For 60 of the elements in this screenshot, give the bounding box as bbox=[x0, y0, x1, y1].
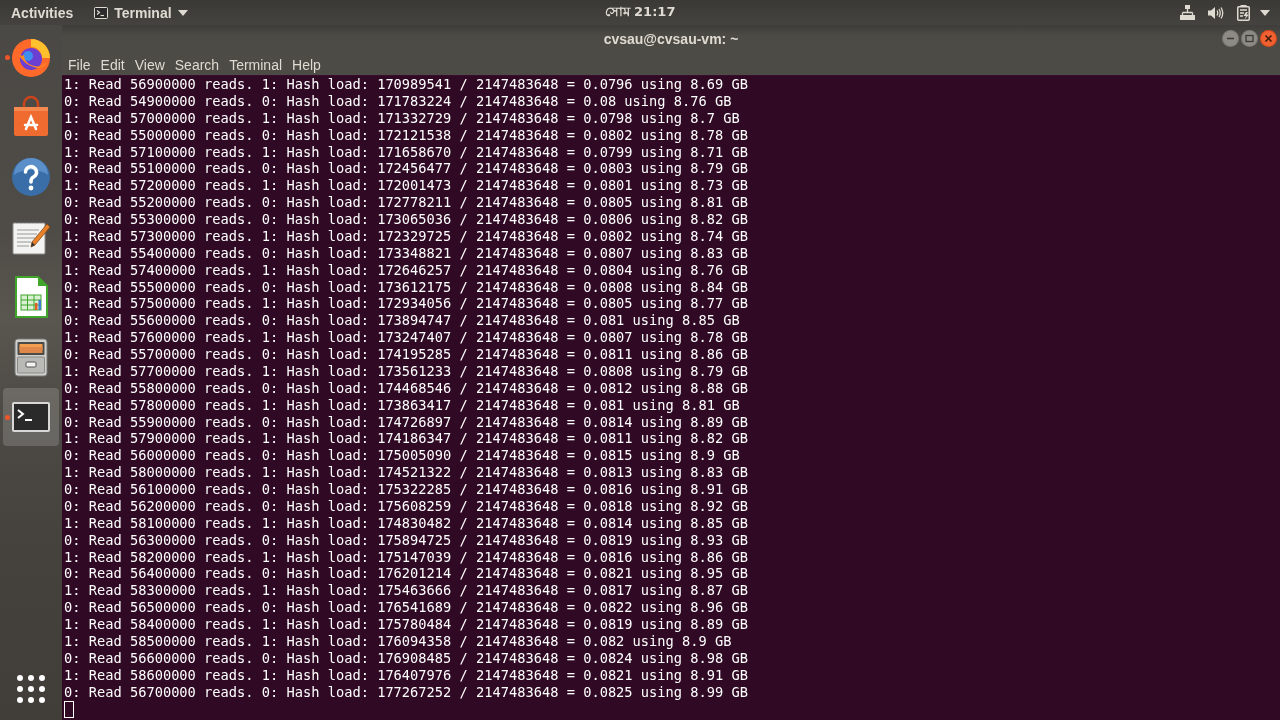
terminal-line: 0: Read 55300000 reads. 0: Hash load: 173065036 / 2147483648 = 0.0806 using 8.82 GB bbox=[64, 211, 748, 228]
terminal-line: 0: Read 55200000 reads. 0: Hash load: 172778211 / 2147483648 = 0.0805 using 8.81 GB bbox=[64, 194, 748, 211]
minimize-button[interactable] bbox=[1222, 30, 1239, 47]
terminal-line: 0: Read 54900000 reads. 0: Hash load: 171783224 / 2147483648 = 0.08 using 8.76 GB bbox=[64, 92, 732, 110]
terminal-line: 0: Read 55900000 reads. 0: Hash load: 174726897 / 2147483648 = 0.0814 using 8.89 GB bbox=[64, 413, 748, 431]
terminal-line: 0: Read 56700000 reads. 0: Hash load: 177267252 / 2147483648 = 0.0825 using 8.99 GB bbox=[64, 683, 748, 701]
caret-icon bbox=[177, 9, 188, 16]
maximize-button[interactable] bbox=[1241, 30, 1258, 47]
terminal-line: 0: Read 56400000 reads. 0: Hash load: 176201214 / 2147483648 = 0.0821 using 8.95 GB bbox=[64, 565, 748, 583]
terminal-line: 1: Read 56900000 reads. 1: Hash load: 170989541 / 2147483648 = 0.0796 using 8.69 GB bbox=[64, 76, 748, 93]
terminal-line: 0: Read 55500000 reads. 0: Hash load: 173612175 / 2147483648 = 0.0808 using 8.84 GB bbox=[64, 278, 748, 296]
terminal-line: 1: Read 57400000 reads. 1: Hash load: 172646257 / 2147483648 = 0.0804 using 8.76 GB bbox=[64, 261, 748, 279]
terminal-line: 0: Read 56000000 reads. 0: Hash load: 175005090 / 2147483648 = 0.0815 using 8.9 GB bbox=[64, 447, 740, 465]
help-icon bbox=[9, 155, 53, 199]
terminal-line: 0: Read 56300000 reads. 0: Hash load: 175894725 / 2147483648 = 0.0819 using 8.93 GB bbox=[64, 531, 748, 549]
terminal-line: 0: Read 55100000 reads. 0: Hash load: 172456477 / 2147483648 = 0.0803 using 8.79 GB bbox=[64, 160, 748, 178]
terminal-line: 0: Read 56100000 reads. 0: Hash load: 175322285 / 2147483648 = 0.0816 using 8.91 GB bbox=[64, 481, 748, 498]
menu-item[interactable]: Search bbox=[169, 52, 225, 75]
terminal-line: 1: Read 57800000 reads. 1: Hash load: 173863417 / 2147483648 = 0.081 using 8.81 GB bbox=[64, 396, 740, 414]
terminal-line: 1: Read 57000000 reads. 1: Hash load: 171332729 / 2147483648 = 0.0798 using 8.7 GB bbox=[64, 109, 740, 127]
terminal-line: 1: Read 57700000 reads. 1: Hash load: 173561233 / 2147483648 = 0.0808 using 8.79 GB bbox=[64, 362, 748, 380]
network-icon bbox=[1180, 5, 1195, 20]
terminal-line: 1: Read 58200000 reads. 1: Hash load: 175147039 / 2147483648 = 0.0816 using 8.86 GB bbox=[64, 548, 748, 566]
text-cursor bbox=[64, 701, 74, 719]
terminal-icon bbox=[94, 6, 109, 19]
terminal-line: 0: Read 55000000 reads. 0: Hash load: 172121538 / 2147483648 = 0.0802 using 8.78 GB bbox=[64, 126, 748, 144]
terminal-line: 1: Read 57300000 reads. 1: Hash load: 172329725 / 2147483648 = 0.0802 using 8.74 GB bbox=[64, 227, 748, 245]
terminal-line: 1: Read 57600000 reads. 1: Hash load: 173247407 / 2147483648 = 0.0807 using 8.78 GB bbox=[64, 329, 748, 346]
volume-icon bbox=[1208, 5, 1224, 20]
menu-item[interactable]: Terminal bbox=[224, 52, 288, 75]
caret-icon bbox=[1260, 9, 1270, 16]
clock[interactable]: সোম 21:17 bbox=[598, 0, 682, 25]
terminal-line: 0: Read 55700000 reads. 0: Hash load: 174195285 / 2147483648 = 0.0811 using 8.86 GB bbox=[64, 346, 748, 363]
menu-item[interactable]: File bbox=[63, 52, 96, 75]
terminal-line: 1: Read 58300000 reads. 1: Hash load: 175463666 / 2147483648 = 0.0817 using 8.87 GB bbox=[64, 582, 748, 600]
app-menu-button[interactable]: Terminal bbox=[90, 0, 192, 25]
terminal-line: 0: Read 56500000 reads. 0: Hash load: 176541689 / 2147483648 = 0.0822 using 8.96 GB bbox=[64, 599, 748, 616]
terminal-line: 0: Read 56600000 reads. 0: Hash load: 176908485 / 2147483648 = 0.0824 using 8.98 GB bbox=[64, 649, 748, 667]
terminal-line: 0: Read 56200000 reads. 0: Hash load: 175608259 / 2147483648 = 0.0818 using 8.92 GB bbox=[64, 497, 748, 515]
close-button[interactable] bbox=[1260, 30, 1277, 47]
menu-item[interactable]: View bbox=[129, 52, 170, 75]
dock-item[interactable] bbox=[3, 388, 59, 446]
app-grid-icon bbox=[17, 675, 45, 703]
battery-icon bbox=[1237, 4, 1250, 21]
terminal-line: 1: Read 57900000 reads. 1: Hash load: 174186347 / 2147483648 = 0.0811 using 8.82 GB bbox=[64, 430, 748, 448]
terminal-line: 1: Read 58600000 reads. 1: Hash load: 176407976 / 2147483648 = 0.0821 using 8.91 GB bbox=[64, 666, 748, 684]
terminal-line: 1: Read 57200000 reads. 1: Hash load: 172001473 / 2147483648 = 0.0801 using 8.73 GB bbox=[64, 177, 748, 195]
terminal-line: 0: Read 55400000 reads. 0: Hash load: 173348821 / 2147483648 = 0.0807 using 8.83 GB bbox=[64, 244, 748, 262]
menu-item[interactable]: Help bbox=[287, 52, 326, 75]
terminal-line: 0: Read 55800000 reads. 0: Hash load: 174468546 / 2147483648 = 0.0812 using 8.88 GB bbox=[64, 379, 748, 397]
terminal-line: 1: Read 58500000 reads. 1: Hash load: 176094358 / 2147483648 = 0.082 using 8.9 GB bbox=[64, 632, 732, 650]
window-title: cvsau@cvsau-vm: ~ bbox=[603, 30, 739, 47]
terminal-line: 0: Read 55600000 reads. 0: Hash load: 173894747 / 2147483648 = 0.081 using 8.85 GB bbox=[64, 312, 740, 330]
menu-item[interactable]: Edit bbox=[95, 52, 130, 75]
terminal-line: 1: Read 58400000 reads. 1: Hash load: 175780484 / 2147483648 = 0.0819 using 8.89 GB bbox=[64, 616, 748, 633]
terminal-line: 1: Read 57500000 reads. 1: Hash load: 172934056 / 2147483648 = 0.0805 using 8.77 GB bbox=[64, 295, 748, 313]
activities-button[interactable]: Activities bbox=[0, 0, 83, 25]
terminal-line: 1: Read 58000000 reads. 1: Hash load: 174521322 / 2147483648 = 0.0813 using 8.83 GB bbox=[64, 464, 748, 481]
terminal-line: 1: Read 57100000 reads. 1: Hash load: 171658670 / 2147483648 = 0.0799 using 8.71 GB bbox=[64, 143, 748, 161]
terminal-line: 1: Read 58100000 reads. 1: Hash load: 174830482 / 2147483648 = 0.0814 using 8.85 GB bbox=[64, 514, 748, 532]
